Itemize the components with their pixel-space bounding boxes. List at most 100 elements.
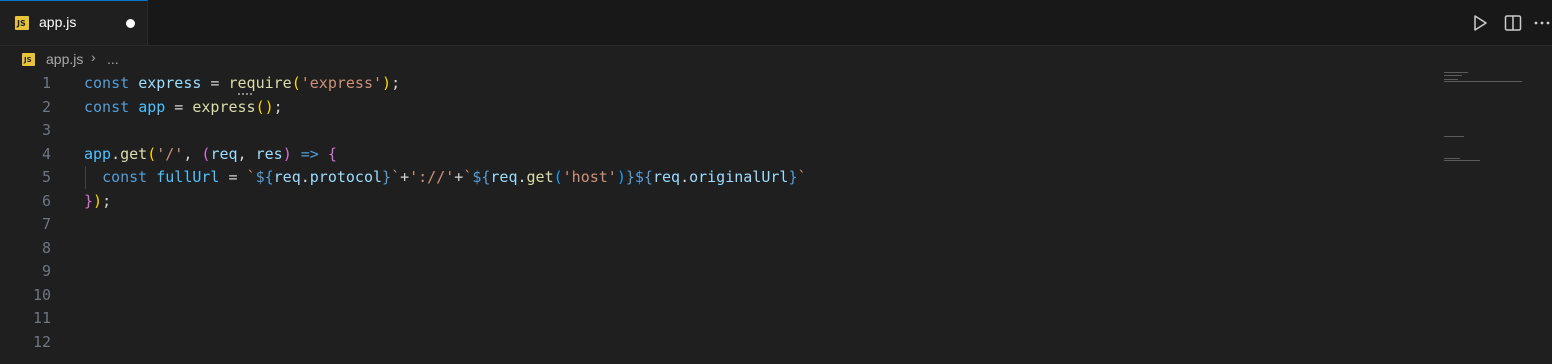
code-token: ` — [797, 168, 807, 186]
code-token: const — [84, 74, 130, 92]
line-number: 1 — [41, 74, 51, 92]
editor-tab-bar: JS app.js — [0, 0, 1552, 46]
code-token: . — [517, 168, 527, 186]
code-token: . — [111, 144, 121, 163]
code-token: req — [210, 144, 238, 163]
code-token: . — [300, 168, 310, 186]
code-token: } — [84, 191, 94, 210]
code-token: ( — [291, 74, 301, 92]
code-line[interactable]: 5 const fullUrl = `${req.protocol}`+'://… — [0, 166, 1400, 190]
code-token: ) — [282, 144, 292, 163]
code-token: req — [652, 168, 681, 186]
code-token: = — [165, 97, 193, 116]
code-token: ; — [391, 74, 401, 92]
chevron-right-icon: › — [91, 49, 96, 65]
code-token: , — [237, 144, 256, 163]
breadcrumb-more[interactable]: ... — [107, 51, 119, 67]
code-token: + — [454, 168, 464, 186]
code-token: protocol — [309, 168, 383, 186]
code-line[interactable]: 9 — [0, 260, 1400, 284]
code-line[interactable]: 11 — [0, 307, 1400, 331]
line-number: 10 — [32, 285, 51, 304]
line-number: 9 — [41, 262, 51, 280]
code-token: app — [138, 97, 166, 116]
code-token: 'express' — [300, 74, 383, 92]
line-number: 4 — [41, 144, 51, 163]
code-line[interactable]: 4 app.get('/', (req, res) => { — [0, 143, 1400, 167]
code-token: express — [192, 97, 256, 116]
code-token: 'host' — [562, 168, 617, 186]
breadcrumb-file[interactable]: app.js — [46, 51, 83, 67]
code-token: } — [382, 168, 392, 186]
code-line[interactable]: 10 — [0, 284, 1400, 308]
unsaved-changes-dot-icon[interactable] — [126, 19, 135, 28]
code-token: ` — [391, 168, 401, 186]
play-icon[interactable] — [1470, 13, 1490, 33]
code-token: ` — [246, 168, 256, 186]
code-token: ( — [553, 168, 563, 186]
line-number: 3 — [41, 121, 51, 139]
code-token: app — [84, 144, 112, 163]
split-editor-icon[interactable] — [1503, 13, 1523, 33]
code-token: ; — [102, 191, 112, 210]
code-text: const fullUrl = `${req.protocol}`+'://'+… — [84, 166, 807, 189]
code-text: app.get('/', (req, res) => { — [84, 143, 337, 166]
code-token: ) — [616, 168, 626, 186]
code-token: req — [490, 168, 518, 186]
code-token: . — [680, 168, 690, 186]
line-number: 12 — [32, 332, 51, 351]
code-token: get — [526, 168, 554, 186]
code-token: const — [102, 168, 148, 186]
code-token: ( — [147, 144, 157, 163]
code-token: express — [138, 74, 202, 92]
code-token: ; — [273, 97, 283, 116]
minimap[interactable] — [1440, 70, 1540, 170]
tab-app-js[interactable]: JS app.js — [0, 0, 148, 45]
code-token: '/' — [156, 144, 184, 163]
line-number: 2 — [41, 97, 51, 116]
code-line[interactable]: 12 — [0, 331, 1400, 355]
code-token: req — [273, 168, 301, 186]
code-editor[interactable]: 1 const express = require('express'); 2 con… — [0, 72, 1552, 364]
code-token: require — [228, 74, 292, 92]
code-token: ${ — [472, 168, 491, 186]
code-token: ${ — [255, 168, 274, 186]
code-line[interactable]: 8 — [0, 237, 1400, 261]
code-text: }); — [84, 190, 111, 213]
code-token: + — [400, 168, 410, 186]
javascript-file-icon: JS — [15, 16, 29, 30]
line-number: 11 — [32, 309, 51, 327]
code-line[interactable]: 6}); — [0, 190, 1400, 214]
breadcrumb: JS app.js › ... — [0, 48, 1552, 70]
code-token: '://' — [409, 168, 455, 186]
line-number: 5 — [41, 168, 51, 186]
code-text: const app = express(); — [84, 96, 283, 119]
code-token: { — [327, 144, 337, 163]
line-number: 6 — [41, 191, 51, 210]
code-line[interactable]: 1 const express = require('express'); — [0, 72, 1400, 96]
line-number: 8 — [41, 238, 51, 257]
code-token: const — [84, 97, 130, 116]
line-number: 7 — [41, 215, 51, 233]
code-token: ` — [463, 168, 473, 186]
code-token: res — [255, 144, 283, 163]
javascript-file-icon: JS — [22, 53, 35, 66]
code-line[interactable]: 3 — [0, 119, 1400, 143]
code-line[interactable]: 2 const app = express(); — [0, 96, 1400, 120]
code-token: }${ — [625, 168, 653, 186]
code-line[interactable]: 7 — [0, 213, 1400, 237]
more-actions-icon[interactable] — [1532, 13, 1552, 33]
code-token: = — [201, 74, 229, 92]
code-token: , — [183, 144, 202, 163]
code-token: ) — [382, 74, 392, 92]
code-token: fullUrl — [156, 168, 220, 186]
code-token: = — [219, 168, 247, 186]
code-token: originalUrl — [689, 168, 789, 186]
suggestion-hint-icon[interactable] — [238, 91, 252, 95]
